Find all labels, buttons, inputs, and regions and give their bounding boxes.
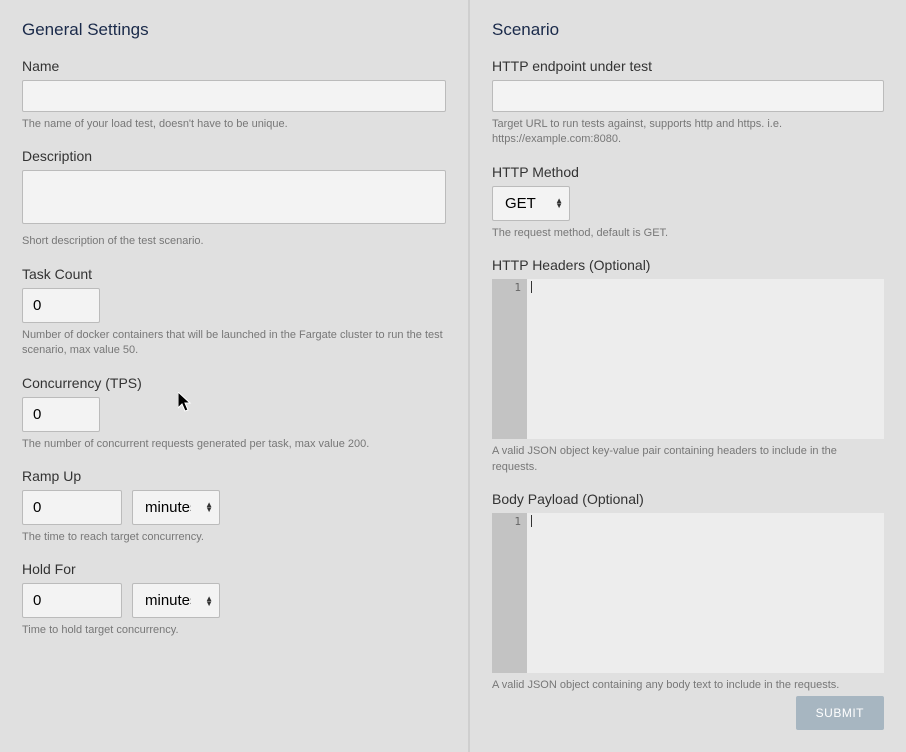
endpoint-help: Target URL to run tests against, support… xyxy=(492,117,884,148)
headers-field: HTTP Headers (Optional) 1 A valid JSON o… xyxy=(492,257,884,475)
concurrency-help: The number of concurrent requests genera… xyxy=(22,437,446,452)
ramp-up-unit-select[interactable]: minutes xyxy=(132,490,220,525)
ramp-up-help: The time to reach target concurrency. xyxy=(22,530,446,545)
hold-for-input[interactable] xyxy=(22,583,122,618)
hold-for-label: Hold For xyxy=(22,561,446,577)
ramp-up-label: Ramp Up xyxy=(22,468,446,484)
hold-for-unit-select[interactable]: minutes xyxy=(132,583,220,618)
headers-content[interactable] xyxy=(527,279,884,439)
line-number: 1 xyxy=(494,281,521,294)
line-number: 1 xyxy=(494,515,521,528)
hold-for-field: Hold For minutes ▲▼ Time to hold target … xyxy=(22,561,446,638)
headers-gutter: 1 xyxy=(492,279,527,439)
task-count-field: Task Count Number of docker containers t… xyxy=(22,266,446,359)
body-label: Body Payload (Optional) xyxy=(492,491,884,507)
task-count-label: Task Count xyxy=(22,266,446,282)
description-help: Short description of the test scenario. xyxy=(22,234,446,249)
headers-help: A valid JSON object key-value pair conta… xyxy=(492,444,884,475)
body-content[interactable] xyxy=(527,513,884,673)
body-field: Body Payload (Optional) 1 A valid JSON o… xyxy=(492,491,884,693)
scenario-title: Scenario xyxy=(492,20,884,40)
concurrency-label: Concurrency (TPS) xyxy=(22,375,446,391)
name-field: Name The name of your load test, doesn't… xyxy=(22,58,446,132)
endpoint-label: HTTP endpoint under test xyxy=(492,58,884,74)
scenario-panel: Scenario HTTP endpoint under test Target… xyxy=(470,0,906,752)
description-input[interactable] xyxy=(22,170,446,224)
form-container: General Settings Name The name of your l… xyxy=(0,0,906,752)
method-help: The request method, default is GET. xyxy=(492,226,884,241)
body-help: A valid JSON object containing any body … xyxy=(492,678,884,693)
endpoint-input[interactable] xyxy=(492,80,884,112)
task-count-input[interactable] xyxy=(22,288,100,323)
method-label: HTTP Method xyxy=(492,164,884,180)
headers-label: HTTP Headers (Optional) xyxy=(492,257,884,273)
body-editor[interactable]: 1 xyxy=(492,513,884,673)
general-settings-panel: General Settings Name The name of your l… xyxy=(0,0,470,752)
description-label: Description xyxy=(22,148,446,164)
endpoint-field: HTTP endpoint under test Target URL to r… xyxy=(492,58,884,148)
general-settings-title: General Settings xyxy=(22,20,446,40)
method-select[interactable]: GET xyxy=(492,186,570,221)
submit-row: SUBMIT xyxy=(796,696,884,730)
method-field: HTTP Method GET ▲▼ The request method, d… xyxy=(492,164,884,241)
name-label: Name xyxy=(22,58,446,74)
hold-for-help: Time to hold target concurrency. xyxy=(22,623,446,638)
concurrency-field: Concurrency (TPS) The number of concurre… xyxy=(22,375,446,452)
concurrency-input[interactable] xyxy=(22,397,100,432)
description-field: Description Short description of the tes… xyxy=(22,148,446,249)
name-help: The name of your load test, doesn't have… xyxy=(22,117,446,132)
ramp-up-field: Ramp Up minutes ▲▼ The time to reach tar… xyxy=(22,468,446,545)
name-input[interactable] xyxy=(22,80,446,112)
headers-editor[interactable]: 1 xyxy=(492,279,884,439)
task-count-help: Number of docker containers that will be… xyxy=(22,328,446,359)
submit-button[interactable]: SUBMIT xyxy=(796,696,884,730)
body-gutter: 1 xyxy=(492,513,527,673)
ramp-up-input[interactable] xyxy=(22,490,122,525)
